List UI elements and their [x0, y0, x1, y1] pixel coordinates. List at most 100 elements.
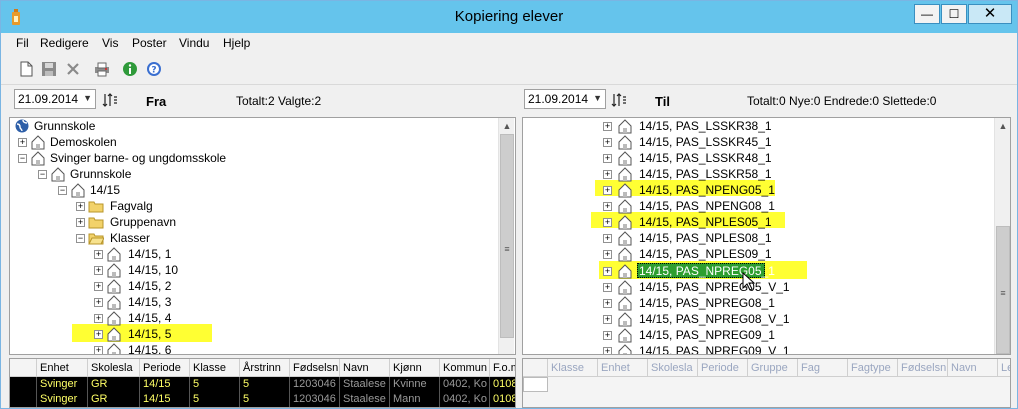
expand-icon[interactable]: + [76, 218, 85, 227]
title-bar[interactable]: Kopiering elever — ☐ ✕ [1, 1, 1017, 33]
right-data-grid[interactable]: Klasse Enhet Skolesla Periode Gruppe Fag… [522, 358, 1011, 408]
tree-node[interactable]: + 14/15, PAS_LSSKR48_1 [603, 150, 843, 166]
menu-poster[interactable]: Poster [132, 36, 167, 50]
right-tree[interactable]: + 14/15, PAS_LSSKR38_1 + 14/15, PAS_LSSK… [522, 117, 1011, 355]
grid-column-header[interactable]: Enhet [37, 359, 88, 377]
grid-column-header[interactable]: Skolesla [88, 359, 140, 377]
expand-icon[interactable]: + [603, 315, 612, 324]
tree-node[interactable]: + 14/15, PAS_NPLES05_1 [603, 214, 843, 230]
delete-icon[interactable] [64, 60, 82, 78]
grid-cell[interactable]: 14/15 [140, 377, 190, 392]
collapse-icon[interactable]: − [58, 186, 67, 195]
menu-hjelp[interactable]: Hjelp [223, 36, 250, 50]
grid-cell[interactable]: 5 [190, 392, 240, 407]
grid-column-header[interactable]: Klasse [548, 359, 598, 377]
save-icon[interactable] [40, 60, 58, 78]
tree-node[interactable]: + 14/15, 3 [94, 294, 294, 310]
sort-icon[interactable] [611, 92, 627, 108]
tree-node[interactable]: − Svinger barne- og ungdomsskole [18, 150, 278, 166]
print-icon[interactable] [93, 60, 111, 78]
menu-vis[interactable]: Vis [102, 36, 118, 50]
grid-column-header[interactable]: Klasse [190, 359, 240, 377]
grid-cell[interactable]: GR [88, 377, 140, 392]
grid-column-header[interactable]: Gruppe [748, 359, 798, 377]
expand-icon[interactable]: + [603, 186, 612, 195]
menu-vindu[interactable]: Vindu [179, 36, 209, 50]
tree-node[interactable]: + 14/15, 10 [94, 262, 294, 278]
tree-node[interactable]: + 14/15, 6 [94, 342, 294, 354]
left-date-picker[interactable]: 21.09.2014 ▼ [14, 89, 96, 109]
tree-node[interactable]: + 14/15, PAS_NPLES09_1 [603, 246, 843, 262]
sort-icon[interactable] [102, 92, 118, 108]
grid-cell[interactable]: GR [88, 392, 140, 407]
expand-icon[interactable]: + [603, 267, 612, 276]
grid-cell[interactable]: 1203046 [290, 392, 340, 407]
grid-column-header[interactable]: Enhet [598, 359, 648, 377]
expand-icon[interactable]: + [603, 138, 612, 147]
grid-column-header[interactable]: Le [998, 359, 1010, 377]
grid-column-header[interactable]: Fagtype [848, 359, 898, 377]
tree-node[interactable]: + 14/15, 1 [94, 246, 294, 262]
close-button[interactable]: ✕ [968, 4, 1012, 24]
expand-icon[interactable]: + [603, 299, 612, 308]
tree-node[interactable]: + 14/15, 2 [94, 278, 294, 294]
maximize-button[interactable]: ☐ [941, 4, 967, 24]
minimize-button[interactable]: — [914, 4, 940, 24]
tree-node[interactable]: + 14/15, PAS_LSSKR45_1 [603, 134, 843, 150]
grid-column-header[interactable]: Kjønn [390, 359, 440, 377]
tree-node[interactable]: + 14/15, PAS_NPREG09_1 [603, 327, 843, 343]
menu-fil[interactable]: Fil [16, 36, 29, 50]
grid-cell[interactable]: 5 [240, 392, 290, 407]
grid-column-header[interactable]: Fag [798, 359, 848, 377]
grid-column-header[interactable]: Fødselsn [290, 359, 340, 377]
tree-node[interactable]: + 14/15, PAS_NPENG08_1 [603, 198, 843, 214]
tree-node[interactable]: + 14/15, PAS_NPREG05_V_1 [603, 279, 843, 295]
grid-column-header[interactable]: Navn [340, 359, 390, 377]
tree-node[interactable]: Grunnskole [14, 118, 214, 134]
expand-icon[interactable]: + [94, 330, 103, 339]
expand-icon[interactable]: + [603, 170, 612, 179]
expand-icon[interactable]: + [76, 202, 85, 211]
expand-icon[interactable]: + [94, 250, 103, 259]
scroll-up-icon[interactable]: ▲ [502, 121, 512, 131]
expand-icon[interactable]: + [603, 283, 612, 292]
help-icon[interactable]: ? [145, 60, 163, 78]
grid-cell[interactable]: 1203046 [290, 377, 340, 392]
tree-node[interactable]: + 14/15, PAS_NPREG08_1 [603, 295, 843, 311]
grid-cell[interactable]: 0402, Ko [440, 377, 490, 392]
row-selector[interactable] [523, 377, 548, 392]
new-file-icon[interactable] [17, 60, 35, 78]
grid-column-header[interactable]: Periode [140, 359, 190, 377]
collapse-icon[interactable]: − [76, 234, 85, 243]
right-tree-scrollbar[interactable]: ▲ ≡ [994, 118, 1010, 354]
collapse-icon[interactable]: − [38, 170, 47, 179]
expand-icon[interactable]: + [94, 298, 103, 307]
expand-icon[interactable]: + [94, 266, 103, 275]
info-icon[interactable] [121, 60, 139, 78]
expand-icon[interactable]: + [94, 346, 103, 354]
tree-node[interactable]: + 14/15, PAS_LSSKR38_1 [603, 118, 843, 134]
grid-cell[interactable]: 0108 [490, 392, 515, 407]
tree-node[interactable]: − 14/15 [58, 182, 258, 198]
grid-cell[interactable]: Staalese [340, 377, 390, 392]
menu-redigere[interactable]: Redigere [40, 36, 89, 50]
grid-cell[interactable]: Mann [390, 392, 440, 407]
tree-node[interactable]: + Fagvalg [76, 198, 276, 214]
grid-column-header[interactable]: Skolesla [648, 359, 698, 377]
left-tree-scrollbar[interactable]: ▲ ≡ [498, 118, 514, 354]
scroll-thumb[interactable] [500, 134, 514, 338]
expand-icon[interactable]: + [603, 347, 612, 354]
tree-node[interactable]: + 14/15, PAS_NPLES08_1 [603, 230, 843, 246]
expand-icon[interactable]: + [603, 331, 612, 340]
collapse-icon[interactable]: − [18, 154, 27, 163]
expand-icon[interactable]: + [94, 282, 103, 291]
expand-icon[interactable]: + [94, 314, 103, 323]
tree-node[interactable]: + 14/15, PAS_LSSKR58_1 [603, 166, 843, 182]
expand-icon[interactable]: + [603, 122, 612, 131]
grid-column-header[interactable]: F.o.m [490, 359, 515, 377]
right-date-picker[interactable]: 21.09.2014 ▼ [524, 89, 606, 109]
tree-node[interactable]: + Gruppenavn [76, 214, 276, 230]
expand-icon[interactable]: + [603, 234, 612, 243]
grid-column-header[interactable]: Navn [948, 359, 998, 377]
tree-node[interactable]: + 14/15, 4 [94, 310, 294, 326]
